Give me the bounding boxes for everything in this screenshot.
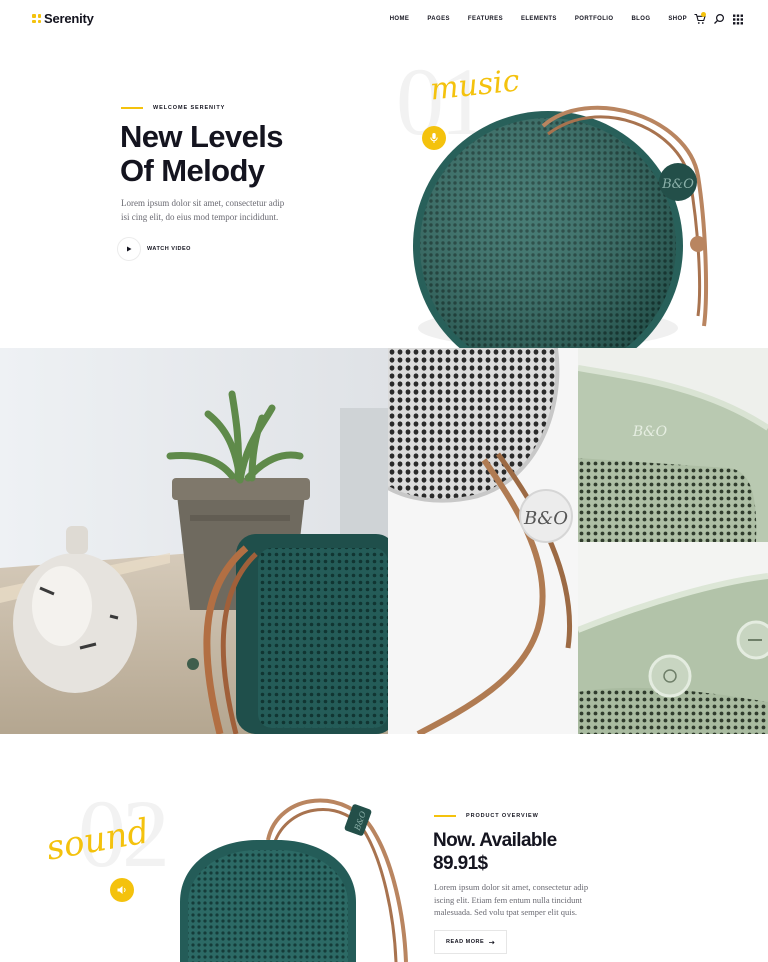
eyebrow-line (121, 107, 143, 109)
main-nav: HOME PAGES FEATURES ELEMENTS PORTFOLIO B… (390, 16, 687, 22)
hero-section: 01 WELCOME SERENITY New Levels Of Melody… (0, 40, 768, 348)
product-speaker-image: B&O (178, 792, 418, 962)
product-eyebrow-text: PRODUCT OVERVIEW (466, 813, 539, 819)
svg-text:B&O: B&O (661, 177, 694, 192)
nav-portfolio[interactable]: PORTFOLIO (575, 16, 614, 22)
watch-video-button[interactable]: WATCH VIDEO (117, 237, 191, 261)
hero-eyebrow: WELCOME SERENITY (121, 105, 225, 111)
site-header: Serenity HOME PAGES FEATURES ELEMENTS PO… (0, 0, 768, 40)
svg-text:B&O: B&O (523, 508, 568, 529)
play-icon[interactable] (117, 237, 141, 261)
header-actions (694, 12, 744, 26)
nav-elements[interactable]: ELEMENTS (521, 16, 557, 22)
image-gallery: B&O B&O (0, 348, 768, 734)
arrow-right-icon (489, 940, 495, 945)
product-price: 89.91$ (433, 853, 488, 874)
svg-text:B&O: B&O (632, 424, 668, 440)
product-body-line3: malesuada. Sed volu tpat semper elit qui… (434, 907, 578, 917)
eyebrow-line (434, 815, 456, 817)
gallery-image-sage-top[interactable]: B&O (578, 348, 768, 542)
brand-logo[interactable]: Serenity (32, 11, 94, 26)
gallery-image-sage-buttons[interactable] (578, 542, 768, 734)
nav-features[interactable]: FEATURES (468, 16, 503, 22)
read-more-label: READ MORE (446, 939, 485, 945)
nav-pages[interactable]: PAGES (427, 16, 450, 22)
cart-icon[interactable] (694, 12, 706, 26)
nav-home[interactable]: HOME (390, 16, 410, 22)
hero-title-line2: Of Melody (120, 153, 265, 188)
product-body-line1: Lorem ipsum dolor sit amet, consectetur … (434, 882, 589, 892)
logo-mark-icon (32, 14, 41, 23)
product-body: Lorem ipsum dolor sit amet, consectetur … (434, 881, 606, 919)
microphone-icon[interactable] (422, 126, 446, 150)
gallery-image-strap-detail[interactable]: B&O (388, 348, 578, 734)
watch-video-label: WATCH VIDEO (147, 246, 191, 252)
grid-menu-icon[interactable] (732, 12, 744, 26)
product-body-line2: iscing elit. Etiam fem entum nulla tinci… (434, 894, 583, 905)
nav-blog[interactable]: BLOG (631, 16, 650, 22)
product-eyebrow: PRODUCT OVERVIEW (434, 813, 539, 819)
gallery-image-lifestyle[interactable] (0, 348, 388, 734)
speaker-icon[interactable] (110, 878, 134, 902)
cart-badge (701, 12, 706, 17)
product-section: 02 B&O sound PRODUCT OVERVIEW Now. Avail… (0, 734, 768, 962)
hero-speaker-image: B&O (398, 96, 738, 348)
hero-title: New Levels Of Melody (120, 120, 380, 188)
search-icon[interactable] (713, 12, 725, 26)
read-more-button[interactable]: READ MORE (434, 930, 507, 954)
hero-title-line1: New Levels (120, 119, 283, 154)
hero-body: Lorem ipsum dolor sit amet, consectetur … (121, 197, 321, 224)
hero-body-line1: Lorem ipsum dolor sit amet, consectetur … (121, 198, 285, 208)
product-title-line1: Now. Available (433, 830, 557, 851)
product-title: Now. Available 89.91$ (433, 829, 557, 875)
hero-body-line2: isi cing elit, do eius mod tempor incidi… (121, 211, 279, 222)
hero-eyebrow-text: WELCOME SERENITY (153, 105, 226, 111)
brand-name: Serenity (44, 11, 94, 26)
nav-shop[interactable]: SHOP (668, 16, 687, 22)
